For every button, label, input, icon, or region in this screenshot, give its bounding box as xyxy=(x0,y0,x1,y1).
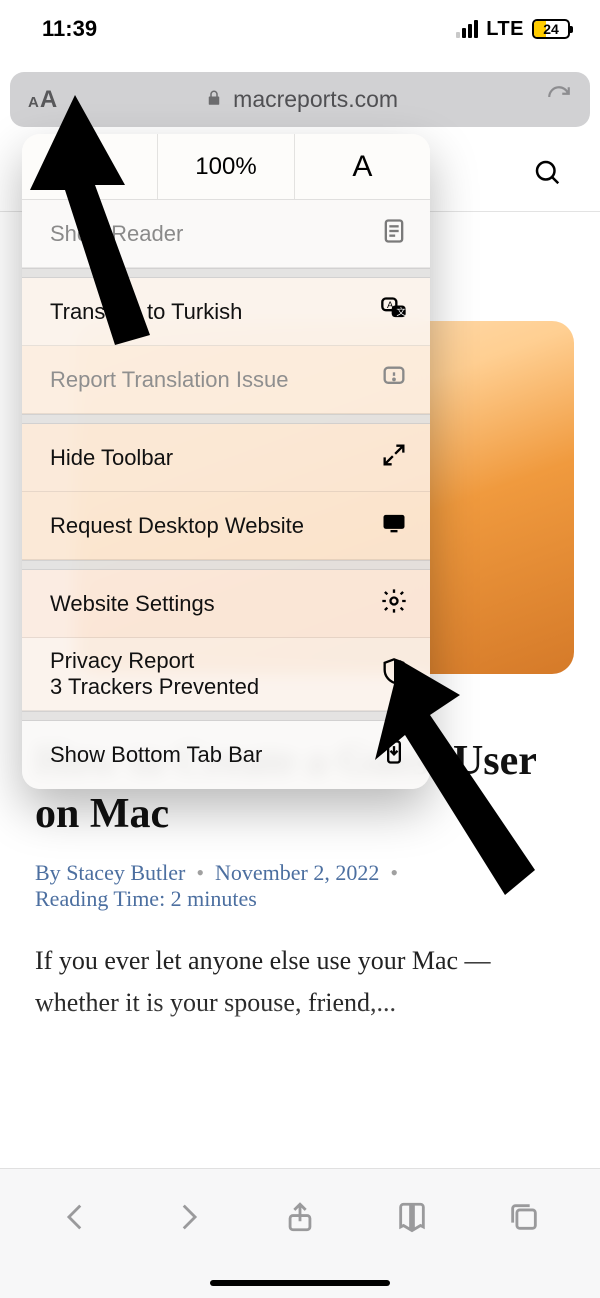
battery-icon: 24 xyxy=(532,19,570,39)
home-indicator[interactable] xyxy=(210,1280,390,1286)
bookmarks-button[interactable] xyxy=(395,1200,429,1239)
share-button[interactable] xyxy=(283,1200,317,1239)
tabs-button[interactable] xyxy=(507,1200,541,1239)
expand-icon xyxy=(380,441,408,475)
article-reading-time: Reading Time: 2 minutes xyxy=(35,886,257,911)
reader-icon xyxy=(380,217,408,251)
translate-icon: A文 xyxy=(380,295,408,329)
status-bar: 11:39 LTE 24 xyxy=(0,0,600,58)
report-issue-icon xyxy=(380,363,408,397)
bottom-toolbar xyxy=(0,1168,600,1298)
desktop-icon xyxy=(380,509,408,543)
forward-button xyxy=(171,1200,205,1239)
search-icon[interactable] xyxy=(532,157,562,192)
privacy-report-subtitle: 3 Trackers Prevented xyxy=(50,674,259,700)
zoom-in-button[interactable]: A xyxy=(295,134,430,199)
back-button[interactable] xyxy=(59,1200,93,1239)
gear-icon xyxy=(380,587,408,621)
reload-icon[interactable] xyxy=(546,84,572,115)
annotation-arrow-bottom xyxy=(350,660,550,910)
request-desktop-item[interactable]: Request Desktop Website xyxy=(22,492,430,560)
battery-percent: 24 xyxy=(534,21,568,37)
hide-toolbar-item[interactable]: Hide Toolbar xyxy=(22,424,430,492)
url-domain: macreports.com xyxy=(233,86,398,113)
article-author[interactable]: Stacey Butler xyxy=(66,860,185,885)
cellular-signal-icon xyxy=(456,20,478,38)
report-translation-item: Report Translation Issue xyxy=(22,346,430,414)
status-time: 11:39 xyxy=(42,16,97,42)
lock-icon xyxy=(205,86,223,113)
website-settings-item[interactable]: Website Settings xyxy=(22,570,430,638)
annotation-arrow-top xyxy=(25,95,195,345)
svg-text:文: 文 xyxy=(396,305,405,316)
network-label: LTE xyxy=(486,18,524,41)
